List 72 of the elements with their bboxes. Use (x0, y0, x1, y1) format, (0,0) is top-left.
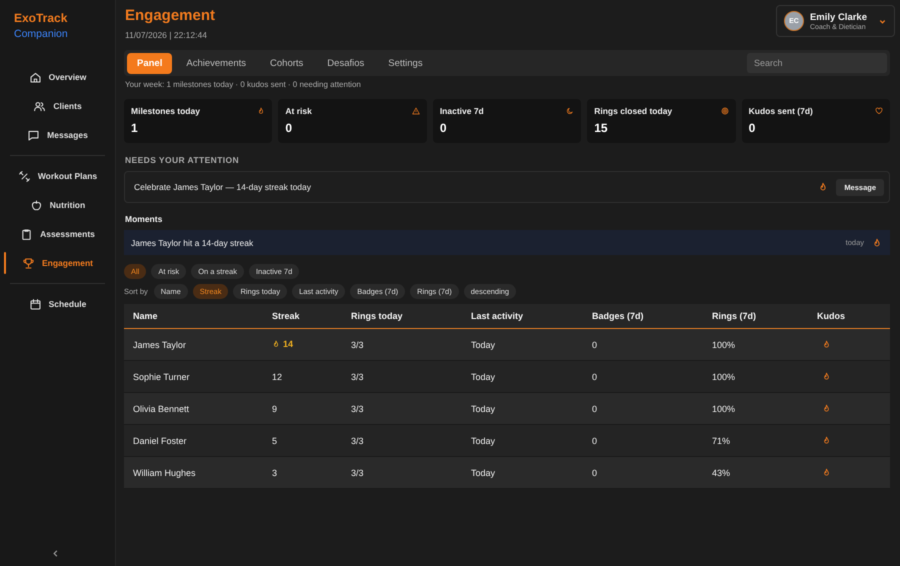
nav-item[interactable]: Assessments (0, 223, 115, 245)
column-header: Streak (263, 304, 342, 328)
heart-icon (875, 107, 884, 115)
section-heading: NEEDS YOUR ATTENTION (125, 155, 240, 165)
streak-value: 5 (272, 436, 278, 446)
date-time: 11/07/2026 | 22:12:44 (125, 30, 208, 40)
stat-label: Inactive 7d (440, 106, 484, 116)
tab[interactable]: Achievements (176, 52, 256, 74)
flame-icon (272, 340, 280, 348)
flame-icon (257, 107, 266, 115)
nav-item[interactable]: Schedule (0, 293, 115, 315)
user-name: Emily Clarke (810, 12, 867, 22)
nav-item[interactable]: Clients (0, 95, 115, 117)
streak-value: 14 (272, 339, 294, 349)
nav-item[interactable]: Nutrition (0, 194, 115, 216)
dumbbell-icon (18, 170, 31, 182)
column-header: Rings today (342, 304, 462, 328)
column-header: Name (124, 304, 263, 328)
stat-label: Milestones today (131, 106, 200, 116)
column-header: Last activity (462, 304, 583, 328)
summary-text: Your week: 1 milestones today · 0 kudos sent · 0 needing attention (125, 80, 362, 89)
tab[interactable]: Settings (378, 52, 433, 74)
stat-value: 15 (594, 121, 609, 135)
apple-icon (30, 198, 43, 212)
trophy-icon (22, 256, 35, 270)
brand-subtitle: Companion (14, 28, 69, 40)
table-cell: William Hughes (124, 456, 263, 488)
nav-item[interactable]: Overview (0, 66, 115, 88)
column-header: Kudos (808, 304, 890, 328)
target-icon (720, 107, 729, 115)
tab[interactable]: Desafios (317, 52, 374, 74)
streak-value: 9 (272, 404, 278, 414)
table-cell: 43% (703, 456, 808, 488)
kudos-flame-icon[interactable] (822, 468, 831, 477)
streak-value: 3 (272, 468, 278, 478)
flame-icon (872, 238, 882, 248)
stat-value: 0 (285, 121, 294, 135)
stat-label: Kudos sent (7d) (748, 106, 813, 116)
kudos-flame-icon[interactable] (822, 404, 831, 413)
calendar-icon (28, 298, 42, 310)
warning-icon (412, 107, 420, 115)
nav-item[interactable]: Messages (0, 124, 115, 146)
table-cell: 0 (583, 456, 703, 488)
home-icon (28, 70, 42, 84)
stat-label: Rings closed today (594, 106, 672, 116)
search-field[interactable]: Search (747, 53, 887, 73)
streak-value: 12 (272, 372, 282, 382)
page-title: Engagement (125, 7, 216, 24)
stat-label: At risk (285, 106, 312, 116)
collapse-icon[interactable] (51, 549, 60, 558)
moon-icon (566, 107, 574, 115)
attention-text: Celebrate James Taylor — 14-day streak today (134, 182, 312, 192)
table-cell: Today (462, 456, 583, 488)
stat-value: 0 (748, 121, 756, 135)
nav-item[interactable]: Engagement (0, 252, 115, 274)
nav-item[interactable]: Workout Plans (0, 165, 115, 187)
kudos-flame-icon[interactable] (822, 372, 831, 381)
table-cell: 3/3 (342, 456, 462, 488)
stat-value: 0 (440, 121, 448, 135)
chat-icon (27, 128, 40, 142)
column-header: Rings (7d) (703, 304, 808, 328)
section-heading: Moments (125, 214, 164, 224)
people-icon (33, 100, 46, 112)
kudos-flame-icon[interactable] (822, 340, 831, 349)
moment-text: James Taylor hit a 14-day streak (131, 238, 254, 248)
column-header: Badges (7d) (583, 304, 703, 328)
clipboard-icon (20, 228, 34, 240)
kudos-flame-icon[interactable] (822, 436, 831, 445)
stat-value: 1 (131, 121, 139, 135)
brand-name: ExoTrack (14, 11, 68, 25)
tab[interactable]: Cohorts (260, 52, 314, 74)
flame-icon (818, 182, 828, 192)
